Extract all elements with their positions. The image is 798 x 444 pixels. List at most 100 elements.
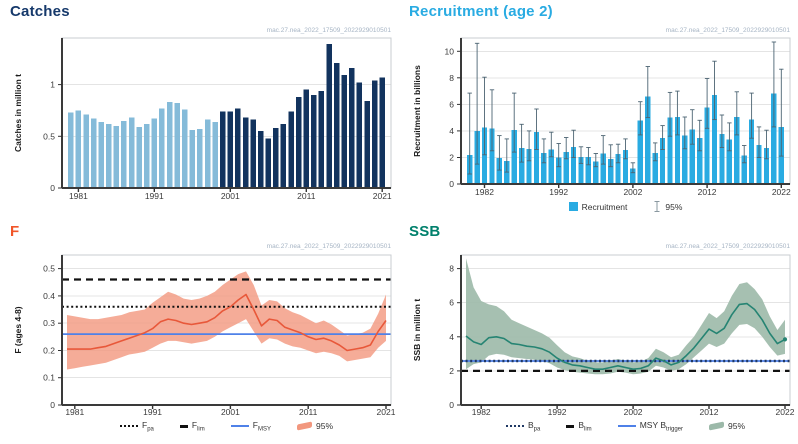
bar-2005 — [257, 131, 264, 188]
bar-2012 — [311, 94, 317, 188]
x-tick-label: 2012 — [698, 187, 717, 197]
y-tick-label: 0.4 — [43, 291, 55, 301]
bar-1980 — [68, 112, 74, 188]
y-tick-label: 1 — [50, 80, 55, 90]
y-tick-label: 8 — [449, 264, 454, 274]
fishing-mortality-y-axis-label: F (ages 4-8) — [13, 306, 23, 354]
y-tick-label: 0.2 — [43, 346, 55, 356]
bar-2007 — [273, 128, 279, 188]
bar-2011 — [303, 89, 309, 188]
bar-1983 — [90, 118, 97, 188]
bar-1996 — [189, 130, 196, 188]
dotted-legend-icon — [120, 425, 138, 428]
fishing-mortality-title: F — [10, 223, 20, 240]
bar-1984 — [98, 121, 104, 188]
y-tick-label: 4 — [449, 126, 454, 136]
x-tick-label: 1982 — [472, 407, 491, 417]
watermark-text: mac.27.nea_2022_17509_2022929010501 — [665, 243, 790, 250]
bar-2020 — [371, 80, 378, 188]
bar-1989 — [136, 127, 142, 188]
x-tick-label: 1991 — [143, 407, 162, 417]
legend-label: FMSY — [252, 420, 271, 433]
bar-2014 — [326, 44, 332, 189]
bar-1987 — [121, 120, 127, 188]
catches-title: Catches — [10, 3, 70, 20]
ssb-legend: Bpa Blim MSY Btrigger 95% — [461, 420, 790, 433]
legend-label: Fpa — [142, 420, 154, 433]
y-tick-label: 0.3 — [43, 318, 55, 328]
x-tick-label: 2002 — [623, 187, 642, 197]
bar-2004 — [250, 119, 256, 188]
legend-label: MSY Btrigger — [639, 420, 683, 433]
y-tick-label: 6 — [449, 99, 454, 109]
y-tick-label: 0 — [449, 400, 454, 410]
x-tick-label: 2011 — [299, 407, 318, 417]
bar-2019 — [364, 101, 370, 188]
bar-2016 — [341, 75, 347, 188]
dash-legend-icon — [566, 424, 575, 428]
catches-panel: 0 0.5 1 1981 1991 2001 2011 2021 Catches mac.27… — [0, 0, 399, 222]
bar-1995 — [182, 109, 188, 188]
y-tick-label: 0.5 — [43, 131, 55, 141]
recruitment-title: Recruitment (age 2) — [409, 3, 553, 20]
y-tick-label: 0.5 — [43, 264, 55, 274]
legend-item: MSY Btrigger — [617, 420, 683, 433]
bar-1985 — [106, 123, 112, 188]
x-tick-label: 2021 — [377, 407, 396, 417]
dash-legend-icon — [179, 424, 188, 428]
bar-2000 — [220, 111, 226, 188]
y-tick-label: 2 — [449, 153, 454, 163]
y-tick-label: 2 — [449, 366, 454, 376]
stock-assessment-dashboard: 0 0.5 1 1981 1991 2001 2011 2021 Catches mac.27… — [0, 0, 798, 444]
y-tick-label: 6 — [449, 298, 454, 308]
recruitment-legend: Recruitment 95% — [461, 200, 790, 213]
bar-2018 — [356, 82, 363, 188]
legend-item: FMSY — [230, 420, 271, 433]
bar-1999 — [212, 121, 218, 188]
legend-item: Bpa — [505, 420, 541, 433]
legend-item: 95% — [296, 421, 333, 432]
legend-label: Bpa — [527, 420, 541, 433]
bar-2015 — [333, 62, 340, 188]
recruitment-y-axis-label: Recruitment in billions — [412, 65, 422, 157]
catches-y-axis-label: Catches in million t — [13, 74, 23, 152]
x-tick-label: 1992 — [548, 407, 567, 417]
y-tick-label: 0 — [50, 400, 55, 410]
watermark-text: mac.27.nea_2022_17509_2022929010501 — [266, 27, 391, 34]
bar-2002 — [235, 108, 241, 188]
legend-item: Fpa — [120, 420, 154, 433]
x-tick-label: 2022 — [776, 407, 795, 417]
bar-1981 — [75, 110, 82, 188]
x-tick-label: 1982 — [475, 187, 494, 197]
legend-label: Recruitment — [581, 201, 628, 212]
bar-1993 — [166, 102, 173, 188]
bar-2017 — [349, 68, 355, 188]
x-tick-label: 2002 — [624, 407, 643, 417]
x-tick-label: 2022 — [772, 187, 791, 197]
x-tick-label: 2021 — [373, 191, 392, 201]
line-legend-icon — [230, 425, 249, 428]
bar-1988 — [128, 117, 135, 188]
y-tick-label: 8 — [449, 73, 454, 83]
y-tick-label: 10 — [445, 46, 455, 56]
x-tick-label: 2001 — [221, 191, 240, 201]
bar-2010 — [295, 97, 302, 188]
bar-1997 — [197, 129, 203, 188]
fishing-mortality-legend: Fpa Flim FMSY 95% — [62, 420, 391, 433]
x-tick-label: 1981 — [65, 407, 84, 417]
legend-label: 95% — [315, 421, 333, 432]
bar-2009 — [288, 111, 294, 188]
fishing-mortality-chart: 0 0.1 0.2 0.3 0.4 0.5 1981 1991 2001 2011 2021 — [43, 254, 396, 417]
legend-label: Blim — [578, 420, 592, 433]
y-tick-label: 4 — [449, 332, 454, 342]
ssb-y-axis-label: SSB in million t — [412, 298, 422, 362]
dotted-navy-legend-icon — [505, 425, 524, 428]
fishing-mortality-panel: 0 0.1 0.2 0.3 0.4 0.5 1981 1991 2001 2011 2021 F m… — [0, 222, 399, 444]
y-tick-label: 0.1 — [43, 373, 55, 383]
legend-label: 95% — [728, 421, 746, 432]
line-legend-icon — [617, 425, 636, 428]
error-bar-legend-icon — [654, 201, 660, 212]
ssb-panel: 0 2 4 6 8 1982 1992 2002 2012 2022 SSB mac.27.nea… — [399, 222, 798, 444]
square-legend-icon — [568, 202, 578, 211]
bar-2021 — [379, 77, 385, 188]
